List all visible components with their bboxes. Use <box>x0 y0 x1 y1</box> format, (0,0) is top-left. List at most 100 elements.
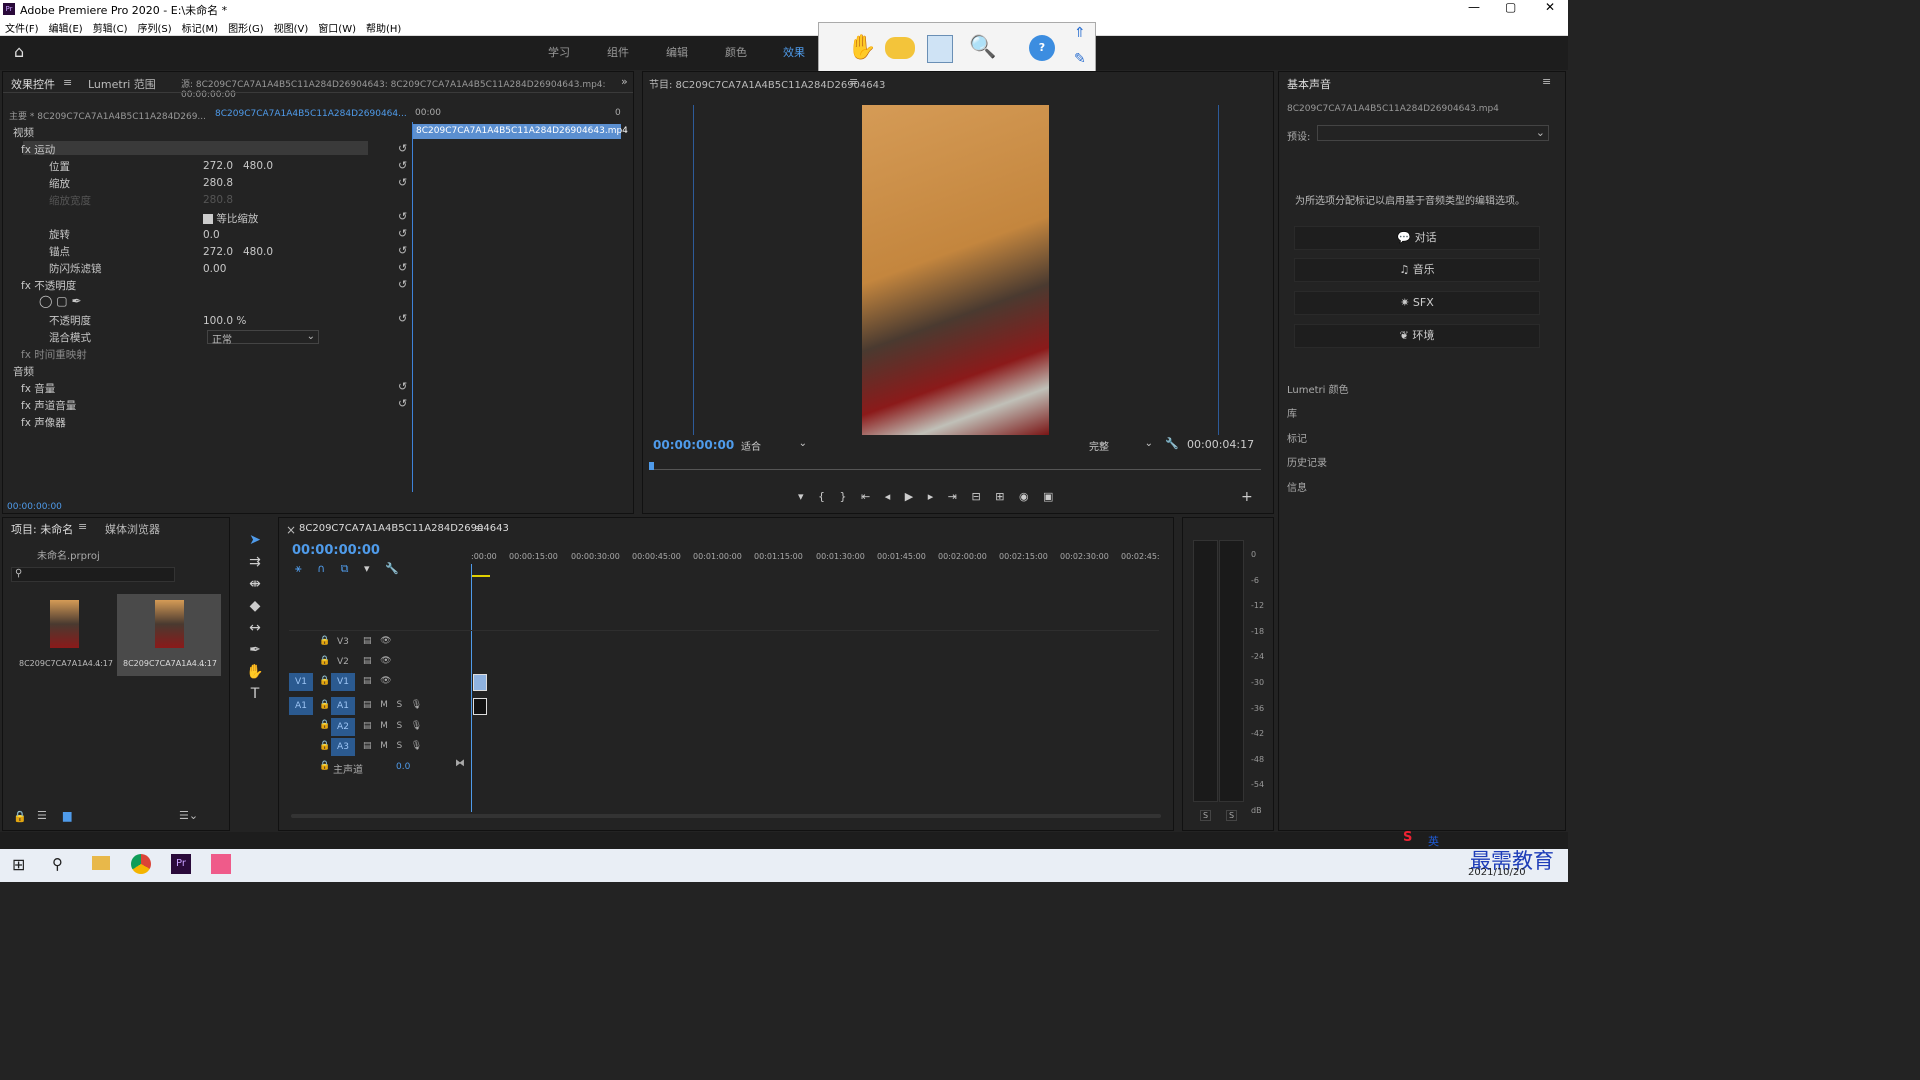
program-scrubber[interactable] <box>651 469 1261 470</box>
timeline-timecode[interactable]: 00:00:00:00 <box>292 543 380 558</box>
a1-controls[interactable]: ▤ M S 🎙 <box>363 700 422 710</box>
go-to-out-button[interactable]: ⇥ <box>948 490 957 503</box>
section-libraries[interactable]: 库 <box>1287 405 1297 420</box>
panner-section[interactable]: 声像器 <box>34 417 66 429</box>
sync-lock-icon[interactable]: ▤ 👁 <box>363 636 392 646</box>
solo-a1[interactable]: S <box>396 700 402 710</box>
project-item-1[interactable]: 8C209C7CA7A1A4... 4:17 <box>13 594 116 676</box>
step-back-button[interactable]: ◂ <box>885 490 891 503</box>
step-forward-button[interactable]: ▸ <box>928 490 934 503</box>
marker-icon[interactable]: ▾ <box>364 562 370 575</box>
timeline-horizontal-scrollbar[interactable] <box>291 814 1161 818</box>
workspace-assembly[interactable]: 组件 <box>607 44 629 60</box>
solo-a3[interactable]: S <box>396 741 402 751</box>
menu-window[interactable]: 窗口(W) <box>313 18 361 37</box>
chrome-icon[interactable] <box>131 854 151 874</box>
tab-media-browser[interactable]: 媒体浏览器 <box>105 521 160 537</box>
timeline-playhead[interactable] <box>471 564 472 812</box>
export-frame-button[interactable]: ◉ <box>1019 490 1029 503</box>
solo-a2[interactable]: S <box>396 721 402 731</box>
tab-project[interactable]: 项目: 未命名 <box>11 521 73 537</box>
tab-lumetri-scopes[interactable]: Lumetri 范围 <box>88 76 156 92</box>
source-v1-patch[interactable]: V1 <box>289 673 313 691</box>
program-current-time[interactable]: 00:00:00:00 <box>653 438 734 452</box>
time-remap-section[interactable]: 时间重映射 <box>34 349 87 361</box>
preset-select[interactable]: ⌄ <box>1317 125 1549 141</box>
menu-clip[interactable]: 剪辑(C) <box>88 18 133 37</box>
project-search-input[interactable]: ⚲ <box>11 567 175 582</box>
snap-icon[interactable]: ∩ <box>317 562 325 575</box>
add-marker-button[interactable]: ▾ <box>798 490 804 503</box>
a2-controls[interactable]: ▤ M S 🎙 <box>363 721 422 731</box>
wrench-icon[interactable]: 🔧 <box>1165 437 1179 450</box>
master-track-toggle-icon[interactable]: ⧓ <box>455 758 465 769</box>
section-history[interactable]: 历史记录 <box>1287 454 1327 469</box>
sync-lock-icon[interactable]: ▤ 👁 <box>363 656 392 666</box>
track-select-tool-icon[interactable]: ⇉ <box>238 551 272 573</box>
master-track-value[interactable]: 0.0 <box>396 762 410 772</box>
sfx-button[interactable]: ✷ SFX <box>1294 291 1540 315</box>
zoom-icon[interactable]: 🔍 <box>969 35 996 60</box>
collapse-icon[interactable]: ⇑ <box>1074 25 1086 41</box>
clip-selector[interactable]: 8C209C7CA7A1A4B5C11A284D2690464... <box>215 109 407 119</box>
menu-sequence[interactable]: 序列(S) <box>132 18 176 37</box>
music-button[interactable]: ♫ 音乐 <box>1294 258 1540 282</box>
motion-label[interactable]: 运动 <box>34 144 55 156</box>
volume-section[interactable]: 音量 <box>34 383 55 395</box>
mark-out-button[interactable]: } <box>840 490 847 503</box>
ripple-edit-tool-icon[interactable]: ⇼ <box>238 573 272 595</box>
razor-tool-icon[interactable]: ◆ <box>238 595 272 617</box>
workspace-learn[interactable]: 学习 <box>548 44 570 60</box>
source-a1-patch[interactable]: A1 <box>289 697 313 715</box>
audio-clip-a1[interactable] <box>473 698 487 715</box>
expand-icon[interactable]: » <box>621 75 628 88</box>
minimize-button[interactable]: — <box>1468 0 1480 14</box>
menu-edit[interactable]: 编辑(E) <box>44 18 88 37</box>
settings-wrench-icon[interactable]: 🔧 <box>385 562 399 575</box>
comment-icon[interactable] <box>885 37 915 59</box>
file-explorer-icon[interactable] <box>92 856 110 870</box>
track-v1-label[interactable]: V1 <box>331 673 355 691</box>
lift-button[interactable]: ⊟ <box>972 490 981 503</box>
extract-button[interactable]: ⊞ <box>995 490 1004 503</box>
workspace-color[interactable]: 颜色 <box>725 44 747 60</box>
panel-menu-icon[interactable]: ≡ <box>63 76 72 89</box>
app-taskbar-icon[interactable] <box>211 854 231 874</box>
sort-icon[interactable]: ☰⌄ <box>179 809 198 822</box>
pen-tool-icon[interactable]: ✒ <box>238 639 272 661</box>
menu-marker[interactable]: 标记(M) <box>177 18 223 37</box>
a3-controls[interactable]: ▤ M S 🎙 <box>363 741 422 751</box>
scale-value[interactable]: 280.8 <box>203 177 233 194</box>
windows-start-icon[interactable]: ⊞ <box>12 855 25 874</box>
play-button[interactable]: ▶ <box>905 490 913 503</box>
pen-mask-icon[interactable]: ✒ <box>71 294 81 308</box>
document-icon[interactable] <box>927 35 953 63</box>
premiere-taskbar-icon[interactable]: Pr <box>171 854 191 874</box>
tab-effect-controls[interactable]: 效果控件 <box>11 76 55 92</box>
linked-icon[interactable]: ⧉ <box>341 562 349 575</box>
timeline-menu-icon[interactable]: ≡ <box>475 522 484 535</box>
pin-icon[interactable]: ✎ <box>1074 51 1086 67</box>
close-button[interactable]: ✕ <box>1545 0 1555 14</box>
time-ruler[interactable]: :00:00 00:00:15:00 00:00:30:00 00:00:45:… <box>471 552 1161 576</box>
track-v3-label[interactable]: V3 <box>337 637 349 647</box>
ellipse-mask-icon[interactable]: ◯ <box>39 294 52 308</box>
ime-logo-icon[interactable]: S <box>1403 830 1412 845</box>
track-a2-label[interactable]: A2 <box>331 718 355 736</box>
position-x[interactable]: 272.0 <box>203 160 233 177</box>
maximize-button[interactable]: ▢ <box>1505 0 1516 14</box>
fit-select[interactable]: 适合 ⌄ <box>741 438 807 453</box>
project-item-2[interactable]: 8C209C7CA7A1A4... 4:17 <box>117 594 221 676</box>
menu-help[interactable]: 帮助(H) <box>361 18 406 37</box>
type-tool-icon[interactable]: T <box>238 683 272 705</box>
search-taskbar-icon[interactable]: ⚲ <box>52 855 63 873</box>
opacity-section[interactable]: 不透明度 <box>34 280 76 292</box>
ambience-button[interactable]: ❦ 环境 <box>1294 324 1540 348</box>
video-clip-v1[interactable] <box>473 674 487 691</box>
solo-right-button[interactable]: S <box>1226 810 1238 821</box>
mute-a2[interactable]: M <box>380 721 388 731</box>
uniform-scale-checkbox[interactable] <box>203 214 213 224</box>
program-menu-icon[interactable]: ≡ <box>849 75 858 88</box>
timeline-close-icon[interactable]: × <box>286 523 296 537</box>
mute-a1[interactable]: M <box>380 700 388 710</box>
